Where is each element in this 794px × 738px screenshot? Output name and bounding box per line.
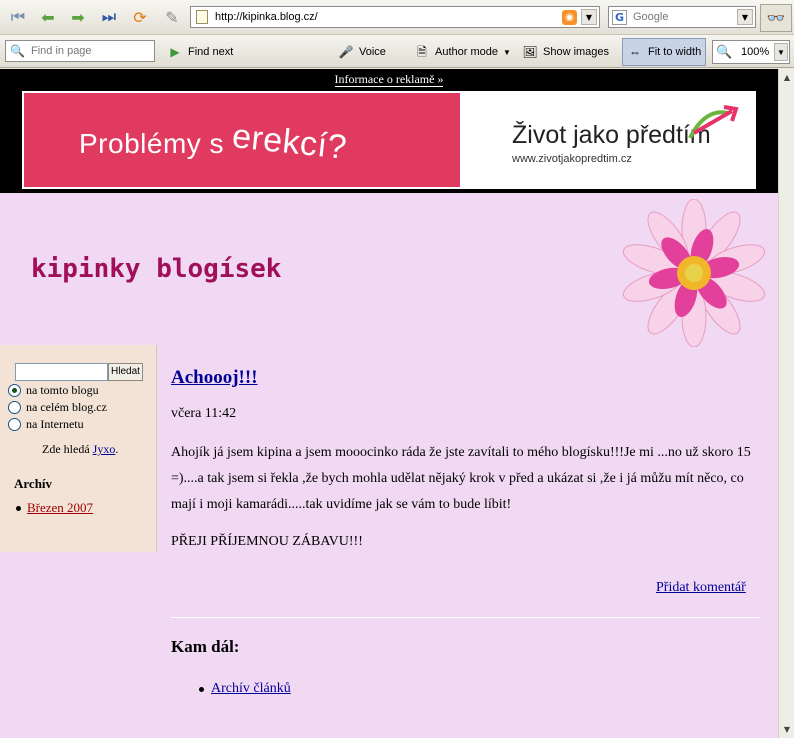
fit-width-icon: ⇔ <box>629 45 641 59</box>
arrow-logo-icon <box>688 105 739 139</box>
fit-to-width-button[interactable]: ⇔ Fit to width <box>622 38 707 66</box>
ad-right-panel: Život jako předtím www.zivotjakopredtim.… <box>460 93 754 187</box>
find-in-page-input[interactable]: 🔍 Find in page <box>5 40 155 62</box>
archive-link[interactable]: Březen 2007 <box>27 500 93 516</box>
voice-icon: 🎤 <box>338 45 354 59</box>
scroll-down-icon[interactable]: ▼ <box>780 722 794 737</box>
vertical-scrollbar[interactable]: ▲ ▼ <box>778 69 794 738</box>
post-title-link[interactable]: Achoooj!!! <box>171 367 258 389</box>
author-mode-label: Author mode <box>435 46 498 58</box>
jyxo-link[interactable]: Jyxo <box>93 442 116 456</box>
post-body-closing: PŘEJI PŘÍJEMNOU ZÁBAVU!!! <box>171 534 363 549</box>
radio-icon[interactable] <box>8 418 21 431</box>
address-bar[interactable]: http://kipinka.blog.cz/ ◉ ▼ <box>190 6 600 28</box>
scope-option-internet[interactable]: na Internetu <box>8 417 84 432</box>
archive-heading: Archív <box>14 476 53 491</box>
page-icon <box>196 10 208 24</box>
archive-item: Březen 2007 <box>16 500 93 516</box>
lotus-flower-icon <box>622 199 766 347</box>
find-next-button[interactable]: ▶ Find next <box>167 41 233 63</box>
glasses-icon[interactable]: 👓 <box>760 4 792 32</box>
post-date: včera 11:42 <box>171 406 237 421</box>
show-images-button[interactable]: 🖼 Show images <box>522 41 609 63</box>
reload-icon[interactable]: ⟳ <box>128 6 152 28</box>
voice-label: Voice <box>359 46 386 58</box>
page-viewport: Informace o reklamě » Problémy s erekcí?… <box>0 69 778 738</box>
play-icon: ▶ <box>170 45 180 59</box>
fast-forward-icon[interactable]: ⏭ <box>97 6 121 28</box>
sidebar: Hledat na tomto blogu na celém blog.cz n… <box>0 345 157 552</box>
divider <box>171 617 760 618</box>
ad-url: www.zivotjakopredtim.cz <box>512 153 632 165</box>
show-images-label: Show images <box>543 46 610 58</box>
blog-search-input[interactable] <box>15 363 108 381</box>
document-icon: 🗎 <box>417 45 427 59</box>
powered-by: Zde hledá Jyxo. <box>42 442 119 456</box>
back-icon[interactable]: ⬅ <box>36 6 60 28</box>
chevron-down-icon[interactable]: ▼ <box>581 9 597 25</box>
scroll-up-icon[interactable]: ▲ <box>780 70 794 85</box>
rewind-icon[interactable]: ⏮ <box>6 6 30 28</box>
address-text: http://kipinka.blog.cz/ <box>215 11 318 23</box>
author-mode-button[interactable]: 🗎 Author mode ▼ <box>414 41 511 63</box>
search-input[interactable]: G Google ▼ <box>608 6 756 28</box>
scope-option-blogcz[interactable]: na celém blog.cz <box>8 400 107 415</box>
chevron-down-icon: ▼ <box>502 47 511 57</box>
add-comment-link[interactable]: Přidat komentář <box>656 580 746 596</box>
image-icon: 🖼 <box>522 45 538 59</box>
bullet-icon <box>16 505 21 511</box>
ad-left-panel: Problémy s erekcí? <box>24 93 460 187</box>
post-body: Ahojík já jsem kipina a jsem mooocinko r… <box>171 445 751 512</box>
zoom-value: 100% <box>741 46 770 58</box>
scope-option-blog[interactable]: na tomto blogu <box>8 383 99 398</box>
list-item: Archív článků <box>199 681 291 697</box>
ad-left-text: Problémy s erekcí? <box>79 117 350 167</box>
rss-icon[interactable]: ◉ <box>562 10 577 25</box>
article-archive-link[interactable]: Archív článků <box>211 681 291 697</box>
ad-banner[interactable]: Problémy s erekcí? Život jako předtím ww… <box>22 91 756 189</box>
radio-selected-icon[interactable] <box>8 384 21 397</box>
ad-strip: Informace o reklamě » Problémy s erekcí?… <box>0 69 778 193</box>
radio-icon[interactable] <box>8 401 21 414</box>
blog-title: kipinky blogísek <box>31 254 282 284</box>
edit-icon[interactable]: ✎ <box>160 6 184 28</box>
search-icon: 🔍 <box>10 44 25 58</box>
secondary-toolbar: 🔍 Find in page ▶ Find next 🎤 Voice 🗎 Aut… <box>0 35 794 68</box>
google-icon[interactable]: G <box>612 10 627 25</box>
forward-icon[interactable]: ➡ <box>66 6 90 28</box>
chevron-down-icon[interactable]: ▼ <box>774 43 788 61</box>
search-placeholder: Google <box>633 11 669 23</box>
ad-info-link[interactable]: Informace o reklamě » <box>0 72 778 87</box>
chevron-down-icon[interactable]: ▼ <box>737 9 753 25</box>
find-placeholder: Find in page <box>31 45 92 57</box>
browser-toolbar: ⏮ ⬅ ➡ ⏭ ⟳ ✎ http://kipinka.blog.cz/ ◉ ▼ … <box>0 0 794 35</box>
zoom-icon: 🔍 <box>716 44 733 59</box>
fit-to-width-label: Fit to width <box>648 46 702 58</box>
more-heading: Kam dál: <box>171 637 240 656</box>
voice-button[interactable]: 🎤 Voice <box>338 41 386 63</box>
bullet-icon <box>199 686 204 692</box>
zoom-select[interactable]: 🔍 100% ▼ <box>712 40 790 64</box>
search-button[interactable]: Hledat <box>108 363 143 381</box>
find-next-label: Find next <box>188 46 234 58</box>
